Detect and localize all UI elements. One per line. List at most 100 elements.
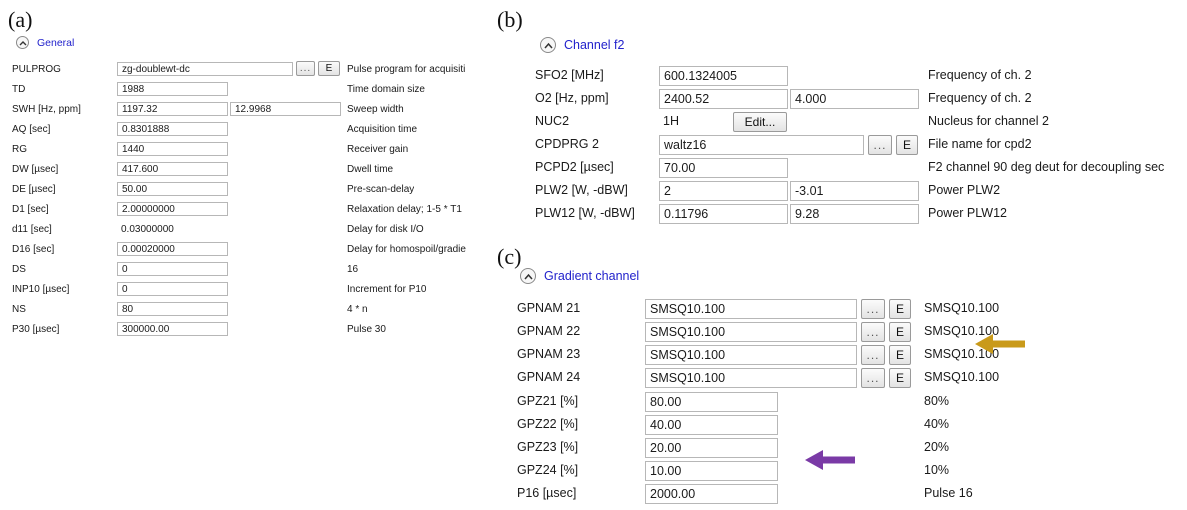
param-label: PULPROG — [12, 64, 61, 75]
chevron-up-icon[interactable] — [540, 37, 556, 53]
d11-value: 0.03000000 — [121, 224, 174, 235]
param-description: Nucleus for channel 2 — [928, 114, 1049, 128]
param-description: Frequency of ch. 2 — [928, 68, 1032, 82]
param-description: Relaxation delay; 1-5 * T1 — [347, 204, 462, 215]
section-title: Gradient channel — [544, 269, 640, 283]
param-label: GPZ22 [%] — [517, 417, 579, 431]
gpz23-input[interactable]: 20.00 — [645, 438, 778, 458]
gpnam21-input[interactable]: SMSQ10.100 — [645, 299, 857, 319]
browse-button[interactable]: ... — [861, 345, 885, 365]
rg-input[interactable]: 1440 — [117, 142, 228, 156]
param-description: SMSQ10.100 — [924, 301, 1000, 315]
param-description: Delay for homospoil/gradie — [347, 244, 466, 255]
param-description: Pre-scan-delay — [347, 184, 415, 195]
browse-button[interactable]: ... — [861, 299, 885, 319]
pcpd2-input[interactable]: 70.00 — [659, 158, 788, 178]
param-label: O2 [Hz, ppm] — [535, 91, 609, 105]
browse-button[interactable]: ... — [868, 135, 892, 155]
o2-ppm-input[interactable]: 4.000 — [790, 89, 919, 109]
param-label: PCPD2 [µsec] — [535, 160, 614, 174]
param-description: SMSQ10.100 — [924, 370, 1000, 384]
gpnam22-input[interactable]: SMSQ10.100 — [645, 322, 857, 342]
dw-input[interactable]: 417.600 — [117, 162, 228, 176]
chevron-up-icon[interactable] — [520, 268, 536, 284]
pulprog-input[interactable]: zg-doublewt-dc — [117, 62, 293, 76]
td-input[interactable]: 1988 — [117, 82, 228, 96]
sfo2-input[interactable]: 600.1324005 — [659, 66, 788, 86]
left-arrow-icon — [805, 450, 855, 470]
param-description: Frequency of ch. 2 — [928, 91, 1032, 105]
chevron-up-icon[interactable] — [16, 36, 29, 49]
plw2-dbw-input[interactable]: -3.01 — [790, 181, 919, 201]
section-header-general[interactable]: General — [16, 36, 74, 49]
inp10-input[interactable]: 0 — [117, 282, 228, 296]
param-description: 4 * n — [347, 304, 368, 315]
param-label: AQ [sec] — [12, 124, 51, 135]
browse-button[interactable]: ... — [861, 368, 885, 388]
param-label: CPDPRG 2 — [535, 137, 599, 151]
ds-input[interactable]: 0 — [117, 262, 228, 276]
param-description: Acquisition time — [347, 124, 418, 135]
param-label: GPZ21 [%] — [517, 394, 579, 408]
param-description: Increment for P10 — [347, 284, 427, 295]
browse-button[interactable]: ... — [861, 322, 885, 342]
param-label: GPNAM 23 — [517, 347, 581, 361]
param-description: Pulse program for acquisiti — [347, 64, 466, 75]
section-header-gradient-channel[interactable]: Gradient channel — [520, 268, 639, 284]
gpnam23-input[interactable]: SMSQ10.100 — [645, 345, 857, 365]
browse-button[interactable]: ... — [296, 61, 315, 76]
gpnam24-input[interactable]: SMSQ10.100 — [645, 368, 857, 388]
gpz21-input[interactable]: 80.00 — [645, 392, 778, 412]
plw2-w-input[interactable]: 2 — [659, 181, 788, 201]
purple-arrow-shaft — [821, 456, 855, 464]
o2-hz-input[interactable]: 2400.52 — [659, 89, 788, 109]
param-label: PLW12 [W, -dBW] — [535, 206, 635, 220]
plw12-w-input[interactable]: 0.11796 — [659, 204, 788, 224]
param-description: Time domain size — [347, 84, 425, 95]
param-label: GPNAM 21 — [517, 301, 581, 315]
param-label: d11 [sec] — [12, 224, 52, 235]
param-label: GPZ24 [%] — [517, 463, 579, 477]
param-label: P30 [µsec] — [12, 324, 60, 335]
param-description: 20% — [924, 440, 950, 454]
aq-input[interactable]: 0.8301888 — [117, 122, 228, 136]
d16-input[interactable]: 0.00020000 — [117, 242, 228, 256]
p16-input[interactable]: 2000.00 — [645, 484, 778, 504]
edit-button[interactable]: E — [889, 368, 911, 388]
param-label: GPNAM 22 — [517, 324, 581, 338]
edit-button[interactable]: E — [896, 135, 918, 155]
ns-input[interactable]: 80 — [117, 302, 228, 316]
param-description: Receiver gain — [347, 144, 409, 155]
param-label: GPNAM 24 — [517, 370, 581, 384]
param-description: Sweep width — [347, 104, 404, 115]
param-label: TD — [12, 84, 26, 95]
param-label: DE [µsec] — [12, 184, 56, 195]
panel-letter-c: (c) — [497, 244, 522, 269]
param-description: 40% — [924, 417, 950, 431]
param-label: GPZ23 [%] — [517, 440, 579, 454]
edit-button[interactable]: E — [889, 299, 911, 319]
gpz24-input[interactable]: 10.00 — [645, 461, 778, 481]
param-label: SWH [Hz, ppm] — [12, 104, 81, 115]
de-input[interactable]: 50.00 — [117, 182, 228, 196]
plw12-dbw-input[interactable]: 9.28 — [790, 204, 919, 224]
gpz22-input[interactable]: 40.00 — [645, 415, 778, 435]
swh-ppm-input[interactable]: 12.9968 — [230, 102, 341, 116]
param-description: 80% — [924, 394, 950, 408]
left-arrow-icon — [975, 334, 1025, 354]
edit-button[interactable]: E — [318, 61, 340, 76]
edit-button[interactable]: E — [889, 345, 911, 365]
d1-input[interactable]: 2.00000000 — [117, 202, 228, 216]
edit-button[interactable]: E — [889, 322, 911, 342]
cpdprg2-input[interactable]: waltz16 — [659, 135, 864, 155]
section-header-channel-f2[interactable]: Channel f2 — [540, 37, 624, 53]
param-description: Power PLW12 — [928, 206, 1007, 220]
p30-input[interactable]: 300000.00 — [117, 322, 228, 336]
param-description: Dwell time — [347, 164, 394, 175]
param-label: DS — [12, 264, 26, 275]
param-description: 16 — [347, 264, 359, 275]
swh-hz-input[interactable]: 1197.32 — [117, 102, 228, 116]
panel-letter-b: (b) — [497, 7, 523, 32]
edit-nucleus-button[interactable]: Edit... — [733, 112, 787, 132]
param-description: Pulse 30 — [347, 324, 386, 335]
